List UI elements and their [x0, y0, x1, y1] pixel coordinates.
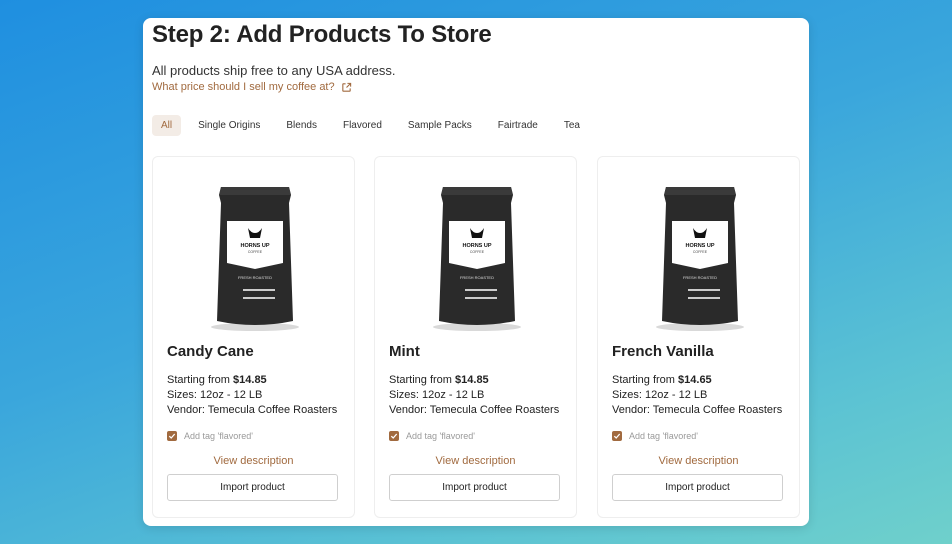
add-tag-label: Add tag 'flavored' [184, 431, 253, 441]
bag-brand-text: HORNS UP [462, 243, 491, 249]
product-card: HORNS UP COFFEE FRESH ROASTED French Van… [597, 156, 800, 518]
product-card: HORNS UP COFFEE FRESH ROASTED Mint Start… [374, 156, 577, 518]
starting-label: Starting from [389, 374, 452, 386]
add-tag-checkbox[interactable] [612, 431, 622, 441]
product-name: French Vanilla [612, 343, 714, 360]
product-price: $14.85 [455, 374, 489, 386]
product-name: Candy Cane [167, 343, 254, 360]
tab-fairtrade[interactable]: Fairtrade [489, 115, 547, 136]
product-info: Starting from $14.65 Sizes: 12oz - 12 LB… [612, 373, 782, 418]
product-price: $14.65 [678, 374, 712, 386]
tab-all[interactable]: All [152, 115, 182, 136]
add-tag-checkbox[interactable] [389, 431, 399, 441]
product-price: $14.85 [233, 374, 267, 386]
bag-roast-text: FRESH ROASTED [238, 275, 272, 280]
pricing-help-label[interactable]: What price should I sell my coffee at? [152, 81, 335, 93]
bag-sub-text: COFFEE [470, 250, 485, 254]
bag-brand-text: HORNS UP [240, 243, 269, 249]
product-vendor: Vendor: Temecula Coffee Roasters [167, 404, 338, 416]
starting-label: Starting from [167, 374, 230, 386]
tab-sample-packs[interactable]: Sample Packs [399, 115, 481, 136]
bag-brand-text: HORNS UP [685, 243, 714, 249]
bag-sub-text: COFFEE [248, 250, 263, 254]
category-tabs: All Single Origins Blends Flavored Sampl… [152, 115, 597, 136]
product-vendor: Vendor: Temecula Coffee Roasters [612, 404, 783, 416]
page-title: Step 2: Add Products To Store [152, 21, 492, 48]
view-description-link[interactable]: View description [153, 455, 354, 467]
product-info: Starting from $14.85 Sizes: 12oz - 12 LB… [389, 373, 559, 418]
bag-sub-text: COFFEE [693, 250, 708, 254]
product-sizes: Sizes: 12oz - 12 LB [167, 389, 263, 401]
add-tag-label: Add tag 'flavored' [406, 431, 475, 441]
product-image: HORNS UP COFFEE FRESH ROASTED [638, 181, 762, 333]
add-tag-row[interactable]: Add tag 'flavored' [389, 431, 475, 441]
view-description-link[interactable]: View description [598, 455, 799, 467]
product-image: HORNS UP COFFEE FRESH ROASTED [415, 181, 539, 333]
add-tag-checkbox[interactable] [167, 431, 177, 441]
product-info: Starting from $14.85 Sizes: 12oz - 12 LB… [167, 373, 337, 418]
tab-single-origins[interactable]: Single Origins [189, 115, 269, 136]
external-link-icon [341, 82, 352, 93]
bag-roast-text: FRESH ROASTED [683, 275, 717, 280]
product-card: HORNS UP COFFEE FRESH ROASTED Candy Cane… [152, 156, 355, 518]
starting-label: Starting from [612, 374, 675, 386]
product-image: HORNS UP COFFEE FRESH ROASTED [193, 181, 317, 333]
main-panel: Step 2: Add Products To Store All produc… [143, 18, 809, 526]
tab-tea[interactable]: Tea [555, 115, 589, 136]
add-tag-row[interactable]: Add tag 'flavored' [612, 431, 698, 441]
tab-blends[interactable]: Blends [277, 115, 326, 136]
import-product-button[interactable]: Import product [612, 474, 783, 501]
product-vendor: Vendor: Temecula Coffee Roasters [389, 404, 560, 416]
product-name: Mint [389, 343, 420, 360]
bag-roast-text: FRESH ROASTED [460, 275, 494, 280]
add-tag-label: Add tag 'flavored' [629, 431, 698, 441]
product-sizes: Sizes: 12oz - 12 LB [389, 389, 485, 401]
tab-flavored[interactable]: Flavored [334, 115, 391, 136]
shipping-note: All products ship free to any USA addres… [152, 63, 396, 78]
view-description-link[interactable]: View description [375, 455, 576, 467]
import-product-button[interactable]: Import product [389, 474, 560, 501]
pricing-help-link[interactable]: What price should I sell my coffee at? [152, 81, 352, 93]
product-sizes: Sizes: 12oz - 12 LB [612, 389, 708, 401]
add-tag-row[interactable]: Add tag 'flavored' [167, 431, 253, 441]
import-product-button[interactable]: Import product [167, 474, 338, 501]
